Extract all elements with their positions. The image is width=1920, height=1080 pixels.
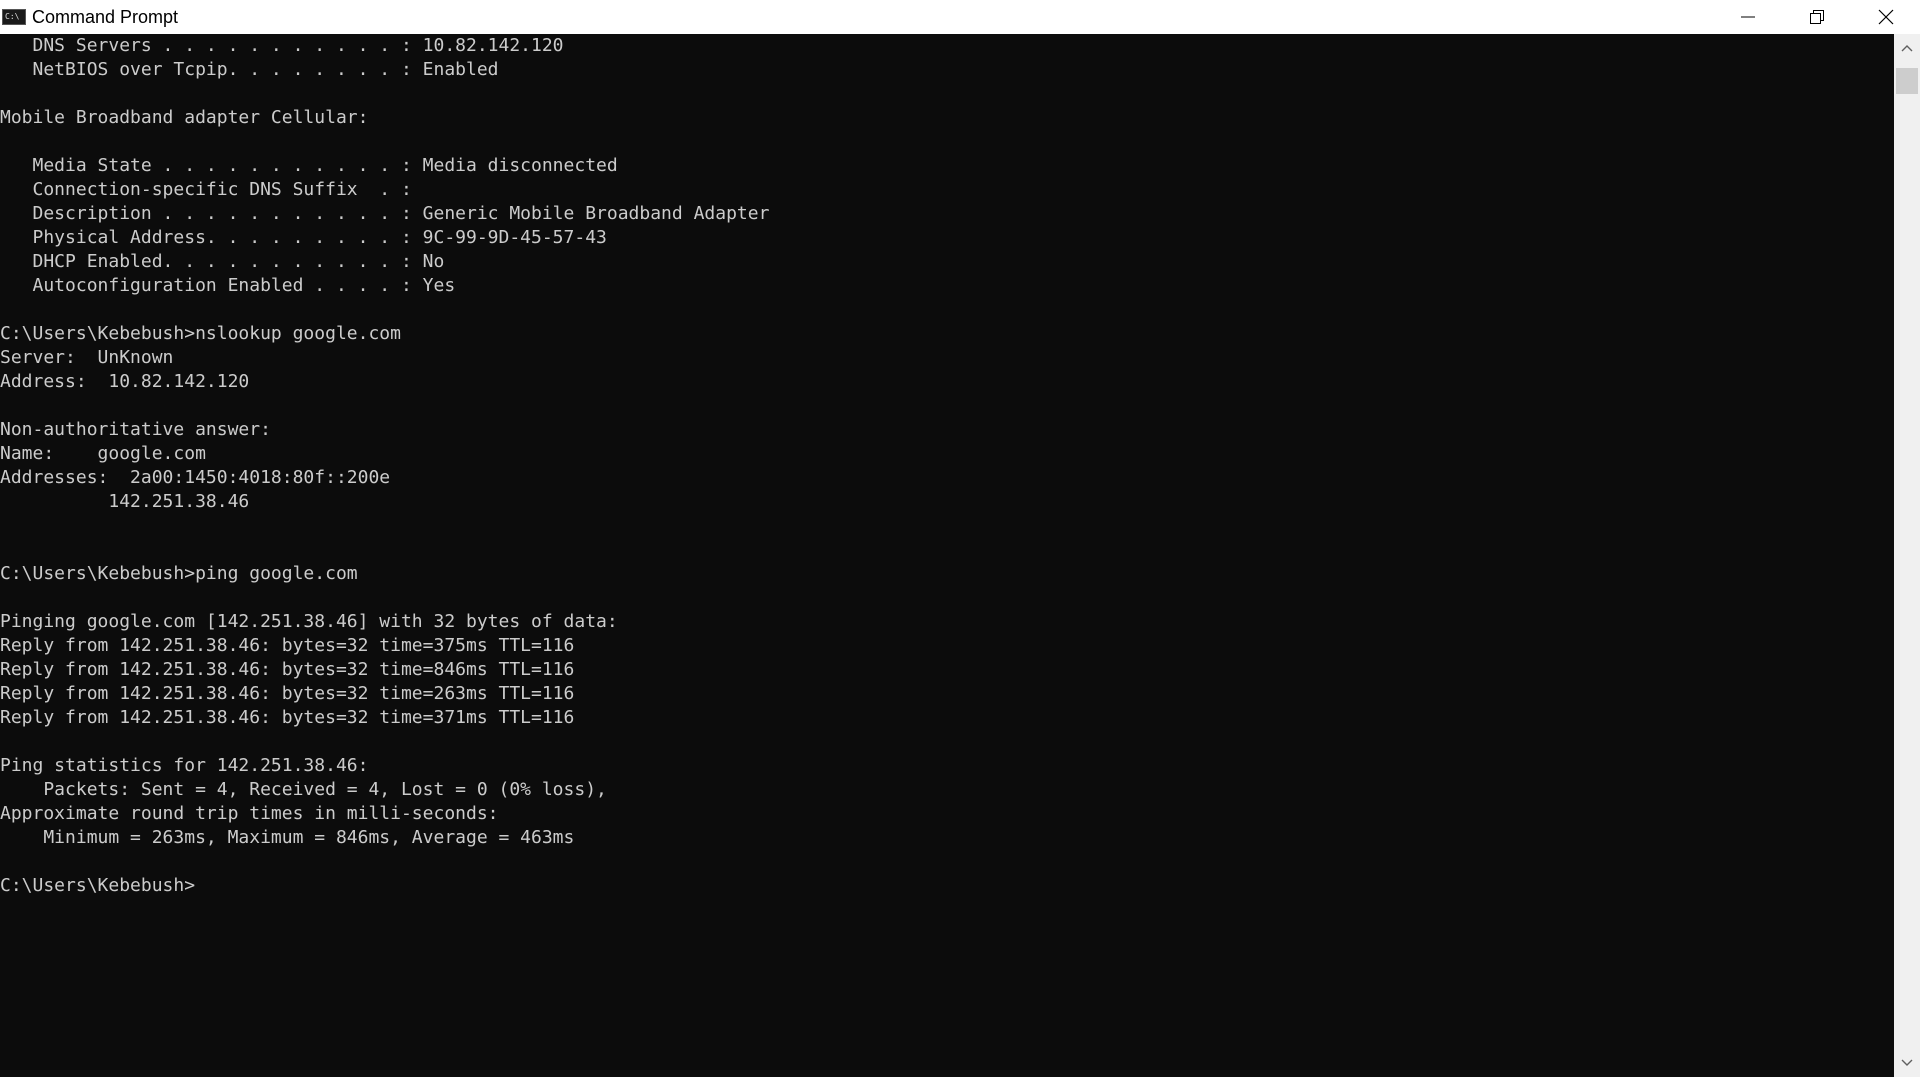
console-line: Server: UnKnown [0, 347, 174, 368]
console-app-icon: C:\ [2, 9, 26, 25]
console-output-area[interactable]: DNS Servers . . . . . . . . . . . : 10.8… [0, 34, 1894, 1077]
scroll-up-arrow-icon [1901, 45, 1913, 52]
console-line: Packets: Sent = 4, Received = 4, Lost = … [0, 779, 607, 800]
command-prompt-window: C:\ Command Prompt DNS Servers . . . . .… [0, 0, 1920, 1080]
restore-button[interactable] [1782, 0, 1851, 34]
console-line: Non-authoritative answer: [0, 419, 271, 440]
console-line: Description . . . . . . . . . . . : Gene… [0, 203, 770, 224]
title-bar[interactable]: C:\ Command Prompt [0, 0, 1920, 34]
console-line: Reply from 142.251.38.46: bytes=32 time=… [0, 659, 575, 680]
console-line: Reply from 142.251.38.46: bytes=32 time=… [0, 635, 575, 656]
console-line: Media State . . . . . . . . . . . : Medi… [0, 155, 618, 176]
minimize-button[interactable] [1713, 0, 1782, 34]
console-line: Address: 10.82.142.120 [0, 371, 250, 392]
close-button[interactable] [1851, 0, 1920, 34]
console-line: C:\Users\Kebebush> [0, 875, 196, 896]
scrollbar-thumb[interactable] [1896, 68, 1918, 94]
console-line: Physical Address. . . . . . . . . : 9C-9… [0, 227, 607, 248]
console-line: Reply from 142.251.38.46: bytes=32 time=… [0, 707, 575, 728]
console-line: Addresses: 2a00:1450:4018:80f::200e [0, 467, 391, 488]
console-line: NetBIOS over Tcpip. . . . . . . . : Enab… [0, 59, 499, 80]
console-line: Autoconfiguration Enabled . . . . : Yes [0, 275, 456, 296]
scroll-down-arrow-icon [1901, 1059, 1913, 1066]
console-line: Minimum = 263ms, Maximum = 846ms, Averag… [0, 827, 575, 848]
console-line: Approximate round trip times in milli-se… [0, 803, 499, 824]
console-line: Ping statistics for 142.251.38.46: [0, 755, 369, 776]
console-line: C:\Users\Kebebush>nslookup google.com [0, 323, 401, 344]
close-icon [1878, 9, 1893, 25]
vertical-scrollbar[interactable] [1894, 34, 1920, 1077]
minimize-icon [1740, 16, 1755, 18]
scroll-down-button[interactable] [1894, 1051, 1920, 1075]
console-line: 142.251.38.46 [0, 491, 250, 512]
console-line: Pinging google.com [142.251.38.46] with … [0, 611, 618, 632]
console-line: DNS Servers . . . . . . . . . . . : 10.8… [0, 35, 564, 56]
console-text: DNS Servers . . . . . . . . . . . : 10.8… [0, 34, 769, 898]
console-line: Reply from 142.251.38.46: bytes=32 time=… [0, 683, 575, 704]
restore-icon [1809, 10, 1824, 24]
console-line: Connection-specific DNS Suffix . : [0, 179, 412, 200]
console-line: DHCP Enabled. . . . . . . . . . . : No [0, 251, 445, 272]
scroll-up-button[interactable] [1894, 36, 1920, 60]
console-line: C:\Users\Kebebush>ping google.com [0, 563, 358, 584]
console-line: Name: google.com [0, 443, 206, 464]
window-title: Command Prompt [32, 6, 179, 27]
console-line: Mobile Broadband adapter Cellular: [0, 107, 369, 128]
caption-buttons [1713, 0, 1920, 34]
